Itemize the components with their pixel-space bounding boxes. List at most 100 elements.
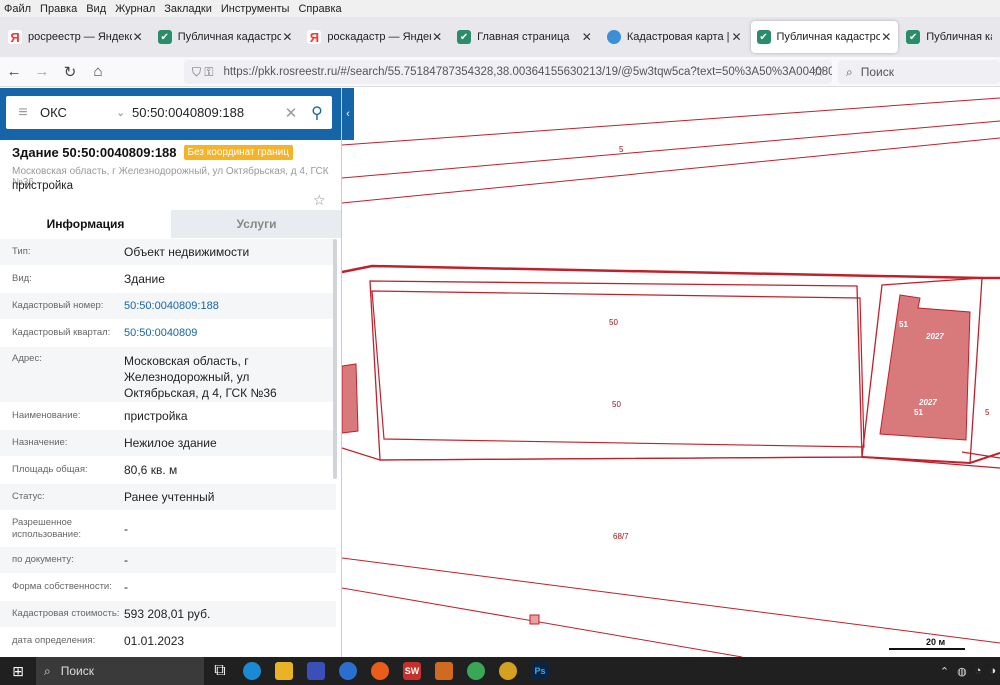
tab-7[interactable]: ✔ Публичная кадастров (900, 21, 998, 53)
menu-tools[interactable]: Инструменты (221, 3, 290, 15)
row-key: Кадастровая стоимость: (12, 608, 120, 619)
row-value: Московская область, г Железнодорожный, у… (124, 354, 277, 400)
tab-information[interactable]: Информация (0, 210, 171, 238)
tab-label: Главная страница (477, 31, 570, 43)
app-icon[interactable] (332, 657, 364, 685)
map-canvas[interactable]: 5 50 50 5 68/7 51 2027 2027 51 20 м (341, 88, 1000, 658)
tab-label: роскадастр — Яндекс: наш (327, 31, 431, 43)
close-icon[interactable]: ✕ (731, 30, 743, 44)
tab-services[interactable]: Услуги (171, 210, 341, 238)
object-title: Здание 50:50:0040809:188 (12, 145, 177, 160)
clear-icon[interactable]: ✕ (280, 104, 302, 122)
cadastral-quarter-link[interactable]: 50:50:0040809 (124, 325, 336, 341)
panel-scrollbar[interactable] (333, 239, 337, 479)
tab-2[interactable]: ✔ Публичная кадастровая ка ✕ (152, 21, 300, 53)
reload-icon[interactable]: ↻ (56, 63, 84, 81)
menu-file[interactable]: Файл (4, 3, 31, 15)
table-row: Кадастровый номер: 50:50:0040809:188 (0, 293, 336, 320)
row-key: по документу: (12, 554, 74, 565)
tab-label: росреестр — Яндекс: нашл (28, 31, 132, 43)
chevron-down-icon[interactable]: ⌄ (116, 106, 130, 119)
system-tray: ⌃ ◍ ◔ ◑ (932, 657, 996, 685)
parcel-line (341, 137, 1000, 204)
taskbar: ⊞ ⌕ Поиск ⧉ SW Ps ⌃ ◍ ◔ ◑ (0, 657, 1000, 685)
table-row: Назначение: Нежилое здание (0, 430, 336, 457)
search-icon[interactable]: ⚲ (302, 103, 332, 123)
bookmark-star-icon[interactable]: ☆ (812, 63, 825, 80)
close-icon[interactable]: ✕ (880, 30, 892, 44)
sw-icon[interactable]: SW (396, 657, 428, 685)
row-value: 593 208,01 руб. (124, 607, 211, 621)
menu-bookmarks[interactable]: Закладки (164, 3, 212, 15)
collapse-panel-button[interactable]: ‹ (342, 88, 354, 140)
url-bar[interactable]: ⛉ ⚿ https://pkk.rosreestr.ru/#/search/55… (184, 60, 832, 84)
pkk-icon: ✔ (756, 30, 771, 44)
row-value: Нежилое здание (124, 436, 217, 450)
search-box[interactable]: ≡ ОКС ⌄ 50:50:0040809:188 ✕ ⚲ (6, 96, 332, 129)
app2-icon[interactable] (428, 657, 460, 685)
row-key: Кадастровый номер: (12, 300, 104, 311)
building-polygon (529, 614, 540, 625)
menu-edit[interactable]: Правка (40, 3, 77, 15)
cadastral-search-input[interactable]: 50:50:0040809:188 (130, 105, 280, 120)
building-number: 51 (899, 320, 908, 329)
table-row: по документу: - (0, 547, 336, 574)
map-label: 5 (619, 145, 624, 154)
object-type-select[interactable]: ОКС (40, 105, 116, 120)
scale-label: 20 м (926, 637, 946, 647)
edge-icon[interactable] (236, 657, 268, 685)
task-view-icon[interactable]: ⧉ (204, 657, 236, 685)
tab-5[interactable]: Кадастровая карта | Серв ✕ (601, 21, 749, 53)
menu-help[interactable]: Справка (298, 3, 341, 15)
row-key: Форма собственности: (12, 581, 112, 592)
tray-app-icon[interactable]: ◔ (975, 665, 982, 677)
menu-icon[interactable]: ≡ (6, 104, 40, 122)
tray-icon[interactable]: ⌃ (940, 665, 949, 678)
menu-history[interactable]: Журнал (115, 3, 155, 15)
row-key: Назначение: (12, 437, 68, 448)
browser-search-input[interactable]: ⌕ Поиск (838, 60, 1000, 84)
app3-icon[interactable] (492, 657, 524, 685)
close-icon[interactable]: ✕ (431, 30, 443, 44)
cadastral-number-link[interactable]: 50:50:0040809:188 (124, 298, 336, 314)
explorer-icon[interactable] (268, 657, 300, 685)
back-icon[interactable]: ← (0, 63, 28, 80)
tab-6-active[interactable]: ✔ Публичная кадастровая ка ✕ (750, 21, 899, 53)
shield-icon[interactable]: ⛉ ⚿ (192, 65, 213, 80)
home-icon[interactable]: ⌂ (84, 63, 112, 80)
speaker-icon[interactable]: ◑ (989, 665, 996, 677)
network-icon[interactable]: ◍ (957, 665, 967, 678)
table-row: Адрес: Московская область, г Железнодоро… (0, 347, 336, 403)
row-value: - (124, 553, 128, 567)
table-row: Площадь общая: 80,6 кв. м (0, 457, 336, 484)
table-row: Наименование: пристройка (0, 403, 336, 430)
firefox-icon[interactable] (364, 657, 396, 685)
tab-3[interactable]: Я роскадастр — Яндекс: наш ✕ (301, 21, 449, 53)
chrome-icon[interactable] (460, 657, 492, 685)
tab-4[interactable]: ✔ Главная страница ✕ (451, 21, 599, 53)
object-name: пристройка (12, 180, 73, 192)
taskbar-search[interactable]: ⌕ Поиск (36, 657, 204, 685)
forward-icon[interactable]: → (28, 63, 56, 80)
menu-bar: Файл Правка Вид Журнал Закладки Инструме… (0, 0, 1000, 17)
row-key: Наименование: (12, 410, 81, 421)
windows-start-icon[interactable]: ⊞ (0, 663, 36, 680)
taskbar-search-label: Поиск (60, 664, 94, 678)
favorite-star-icon[interactable]: ☆ (313, 192, 326, 209)
photoshop-icon[interactable]: Ps (524, 657, 556, 685)
row-key: Площадь общая: (12, 464, 88, 475)
tab-label: Публичная кадастров (926, 31, 992, 43)
close-icon[interactable]: ✕ (581, 30, 593, 44)
menu-view[interactable]: Вид (86, 3, 106, 15)
row-value: Ранее учтенный (124, 490, 215, 504)
row-key: дата определения: (12, 635, 96, 646)
cadastral-map[interactable]: 5 50 50 5 68/7 51 2027 2027 51 20 м (341, 88, 1000, 658)
yandex-icon: Я (307, 30, 322, 45)
building-number: 51 (914, 408, 923, 417)
building-polygon (879, 294, 971, 441)
close-icon[interactable]: ✕ (281, 30, 293, 44)
save-icon[interactable] (300, 657, 332, 685)
close-icon[interactable]: ✕ (132, 30, 144, 44)
table-row: Кадастровый квартал: 50:50:0040809 (0, 320, 336, 347)
tab-1[interactable]: Я росреестр — Яндекс: нашл ✕ (2, 21, 150, 53)
